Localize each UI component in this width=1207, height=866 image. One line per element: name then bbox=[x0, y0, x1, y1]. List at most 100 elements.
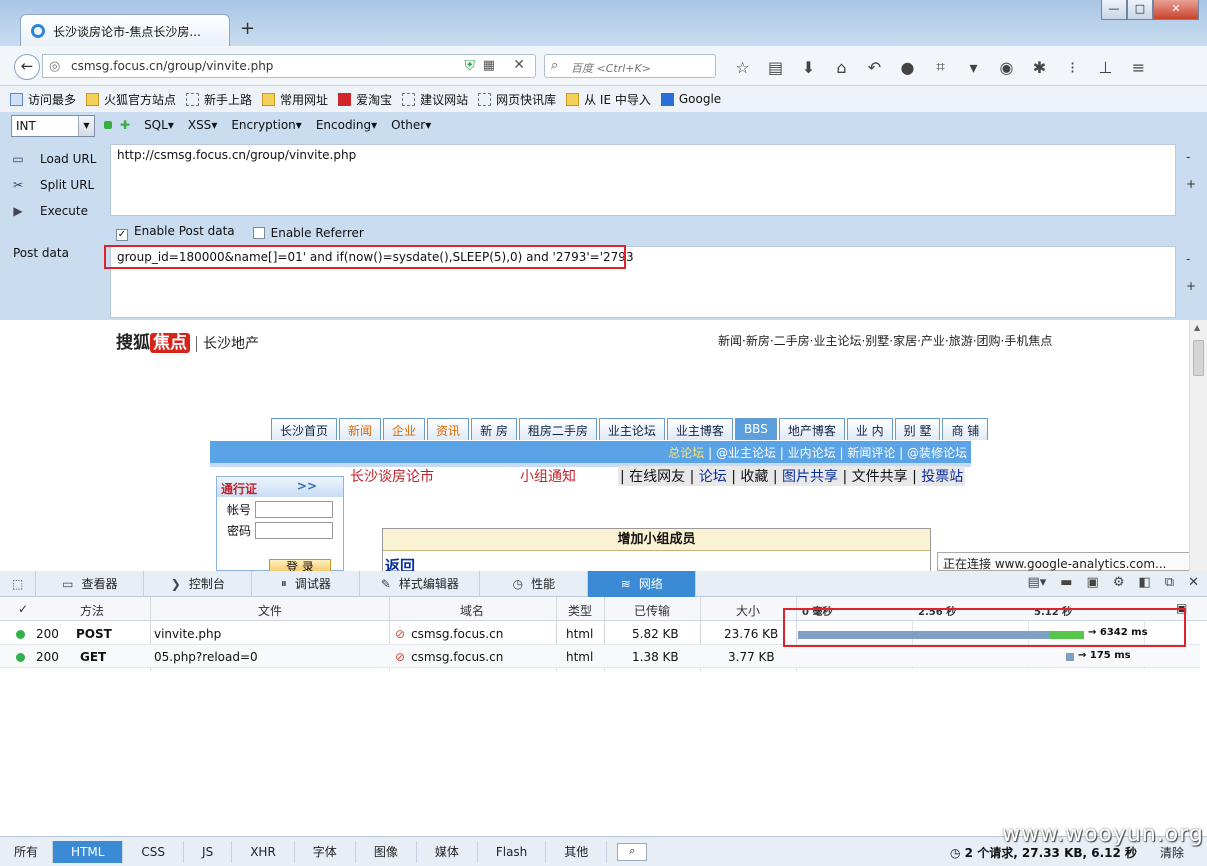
scrollbar-thumb[interactable] bbox=[1193, 340, 1204, 376]
password-input[interactable] bbox=[255, 522, 333, 539]
forum-name[interactable]: 长沙谈房论市 bbox=[350, 466, 520, 486]
filter-flash[interactable]: Flash bbox=[478, 840, 547, 863]
search-placeholder[interactable]: 百度 <Ctrl+K> bbox=[571, 60, 651, 76]
filter-js[interactable]: JS bbox=[184, 840, 233, 863]
nav-tab-active[interactable]: BBS bbox=[734, 418, 777, 440]
browser-tab[interactable]: 长沙谈房论市-焦点长沙房... bbox=[20, 14, 230, 46]
bookmark-item[interactable]: Google bbox=[660, 92, 721, 106]
bookmark-item[interactable]: 爱淘宝 bbox=[338, 91, 392, 108]
minus-icon[interactable] bbox=[104, 118, 112, 132]
expand-button[interactable]: + bbox=[1186, 273, 1196, 300]
account-input[interactable] bbox=[255, 501, 333, 518]
tab-network[interactable]: ≋ 网络 bbox=[588, 570, 697, 597]
shrink-button[interactable]: - bbox=[1186, 246, 1196, 273]
menu-sql[interactable]: SQL▾ bbox=[144, 118, 174, 132]
minimize-button[interactable]: — bbox=[1101, 0, 1127, 20]
filter-media[interactable]: 媒体 bbox=[417, 840, 478, 863]
expand-button[interactable]: + bbox=[1186, 171, 1196, 198]
nav-tab[interactable]: 业主博客 bbox=[666, 418, 733, 440]
filter-other[interactable]: 其他 bbox=[546, 840, 608, 863]
load-url-button[interactable]: ▭ Load URL bbox=[10, 146, 96, 172]
menu-other[interactable]: Other▾ bbox=[391, 118, 431, 132]
split-url-button[interactable]: ✂ Split URL bbox=[10, 172, 96, 198]
enable-referrer-checkbox[interactable]: Enable Referrer bbox=[252, 226, 364, 240]
responsive-icon[interactable]: ▣ bbox=[1087, 575, 1099, 590]
chat-icon[interactable]: ● bbox=[891, 58, 924, 77]
avatar-icon[interactable]: ◉ bbox=[990, 58, 1023, 77]
group-notice[interactable]: 小组通知 bbox=[520, 466, 618, 486]
chevron-down-icon[interactable]: ▾ bbox=[957, 58, 990, 77]
nav-tab[interactable]: 资讯 bbox=[427, 418, 470, 440]
split-console-icon[interactable]: ▬ bbox=[1060, 575, 1072, 590]
tab-style-editor[interactable]: ✎ 样式编辑器 bbox=[360, 570, 481, 597]
back-button[interactable]: ← bbox=[14, 54, 40, 80]
col-method[interactable]: 方法 bbox=[80, 602, 104, 619]
undock-icon[interactable]: ⧉ bbox=[1165, 575, 1174, 590]
type-select[interactable]: INT ▼ bbox=[11, 115, 95, 137]
tab-performance[interactable]: ◷ 性能 bbox=[480, 570, 589, 597]
nav-tab[interactable]: 业主论坛 bbox=[598, 418, 665, 440]
bookmark-item[interactable]: 访问最多 bbox=[10, 91, 76, 108]
bookmark-item[interactable]: 新手上路 bbox=[186, 91, 252, 108]
url-bar[interactable]: ◎ csmsg.focus.cn/group/vinvite.php ⛨ ▦ ✕ bbox=[42, 54, 536, 78]
bookmark-item[interactable]: 常用网址 bbox=[262, 91, 328, 108]
pick-element-button[interactable]: ⬚ bbox=[0, 570, 37, 597]
plus-icon[interactable]: ✚ bbox=[120, 118, 130, 132]
nav-tab[interactable]: 企业 bbox=[383, 418, 426, 440]
col-file[interactable]: 文件 bbox=[258, 602, 282, 619]
col-type[interactable]: 类型 bbox=[568, 602, 592, 619]
footprint-icon[interactable]: ⁝ bbox=[1056, 58, 1089, 77]
tab-console[interactable]: ❯ 控制台 bbox=[144, 570, 253, 597]
link-photos[interactable]: 图片共享 bbox=[782, 469, 838, 485]
menu-encoding[interactable]: Encoding▾ bbox=[316, 118, 377, 132]
nav-tab[interactable]: 新闻 bbox=[339, 418, 382, 440]
reading-list-icon[interactable]: ▤ bbox=[759, 58, 792, 77]
tab-inspector[interactable]: ▭ 查看器 bbox=[36, 570, 145, 597]
menu-encryption[interactable]: Encryption▾ bbox=[231, 118, 301, 132]
scroll-up-icon[interactable]: ▲ bbox=[1194, 323, 1200, 332]
page-scrollbar[interactable]: ▲ bbox=[1189, 320, 1207, 571]
col-domain[interactable]: 域名 bbox=[460, 602, 484, 619]
bookmark-star-icon[interactable]: ☆ bbox=[726, 58, 759, 77]
col-check[interactable]: ✓ bbox=[18, 602, 28, 616]
filter-images[interactable]: 图像 bbox=[356, 840, 417, 863]
col-transferred[interactable]: 已传输 bbox=[634, 602, 670, 619]
clear-url-icon[interactable]: ✕ bbox=[513, 57, 525, 73]
menu-icon[interactable]: ≡ bbox=[1122, 58, 1155, 77]
search-box[interactable]: ⌕ 百度 <Ctrl+K> bbox=[544, 54, 716, 78]
crop-icon[interactable]: ⌗ bbox=[924, 57, 957, 77]
subnav-active[interactable]: 总论坛 bbox=[668, 446, 704, 460]
col-size[interactable]: 大小 bbox=[736, 602, 760, 619]
shrink-button[interactable]: - bbox=[1186, 144, 1196, 171]
menu-xss[interactable]: XSS▾ bbox=[188, 118, 218, 132]
filter-css[interactable]: CSS bbox=[123, 840, 185, 863]
nav-tab[interactable]: 业 内 bbox=[846, 418, 893, 440]
dock-side-icon[interactable]: ◧ bbox=[1139, 575, 1151, 590]
nav-tab[interactable]: 商 铺 bbox=[942, 418, 989, 440]
site-logo[interactable]: 搜狐 焦点 长沙地产 bbox=[116, 328, 259, 353]
bookmark-item[interactable]: 建议网站 bbox=[402, 91, 468, 108]
filter-xhr[interactable]: XHR bbox=[232, 840, 295, 863]
bug-icon[interactable]: ✱ bbox=[1023, 58, 1056, 77]
enable-post-checkbox[interactable]: ✓ Enable Post data bbox=[116, 224, 235, 241]
maximize-button[interactable]: □ bbox=[1127, 0, 1153, 20]
shield-icon[interactable]: ⛨ bbox=[465, 58, 476, 74]
tab-debugger[interactable]: ⏸ 调试器 bbox=[252, 570, 361, 597]
nav-tab[interactable]: 地产博客 bbox=[778, 418, 845, 440]
nav-tab[interactable]: 长沙首页 bbox=[271, 418, 338, 440]
new-tab-button[interactable]: + bbox=[240, 18, 255, 39]
gear-icon[interactable]: ⚙ bbox=[1113, 575, 1125, 590]
filter-search-icon[interactable]: ⌕ bbox=[617, 842, 648, 861]
double-chevron-icon[interactable]: >> bbox=[297, 479, 317, 493]
link-favorites[interactable]: 收藏 bbox=[740, 469, 768, 485]
top-nav-links[interactable]: 新闻·新房·二手房·业主论坛·别墅·家居·产业·旅游·团购·手机焦点 bbox=[718, 332, 1052, 349]
bookmark-item[interactable]: 从 IE 中导入 bbox=[566, 91, 651, 108]
bookmark-item[interactable]: 网页快讯库 bbox=[478, 91, 556, 108]
url-textarea[interactable]: http://csmsg.focus.cn/group/vinvite.php bbox=[110, 144, 1176, 216]
bookmark-item[interactable]: 火狐官方站点 bbox=[86, 91, 176, 108]
filter-html[interactable]: HTML bbox=[53, 840, 124, 863]
download-icon[interactable]: ⬇ bbox=[792, 58, 825, 77]
subnav-links[interactable]: | @业主论坛 | 业内论坛 | 新闻评论 | @装修论坛 bbox=[704, 446, 967, 460]
sitemap-icon[interactable]: ⊥ bbox=[1089, 58, 1122, 77]
qr-code-icon[interactable]: ▦ bbox=[483, 58, 495, 73]
